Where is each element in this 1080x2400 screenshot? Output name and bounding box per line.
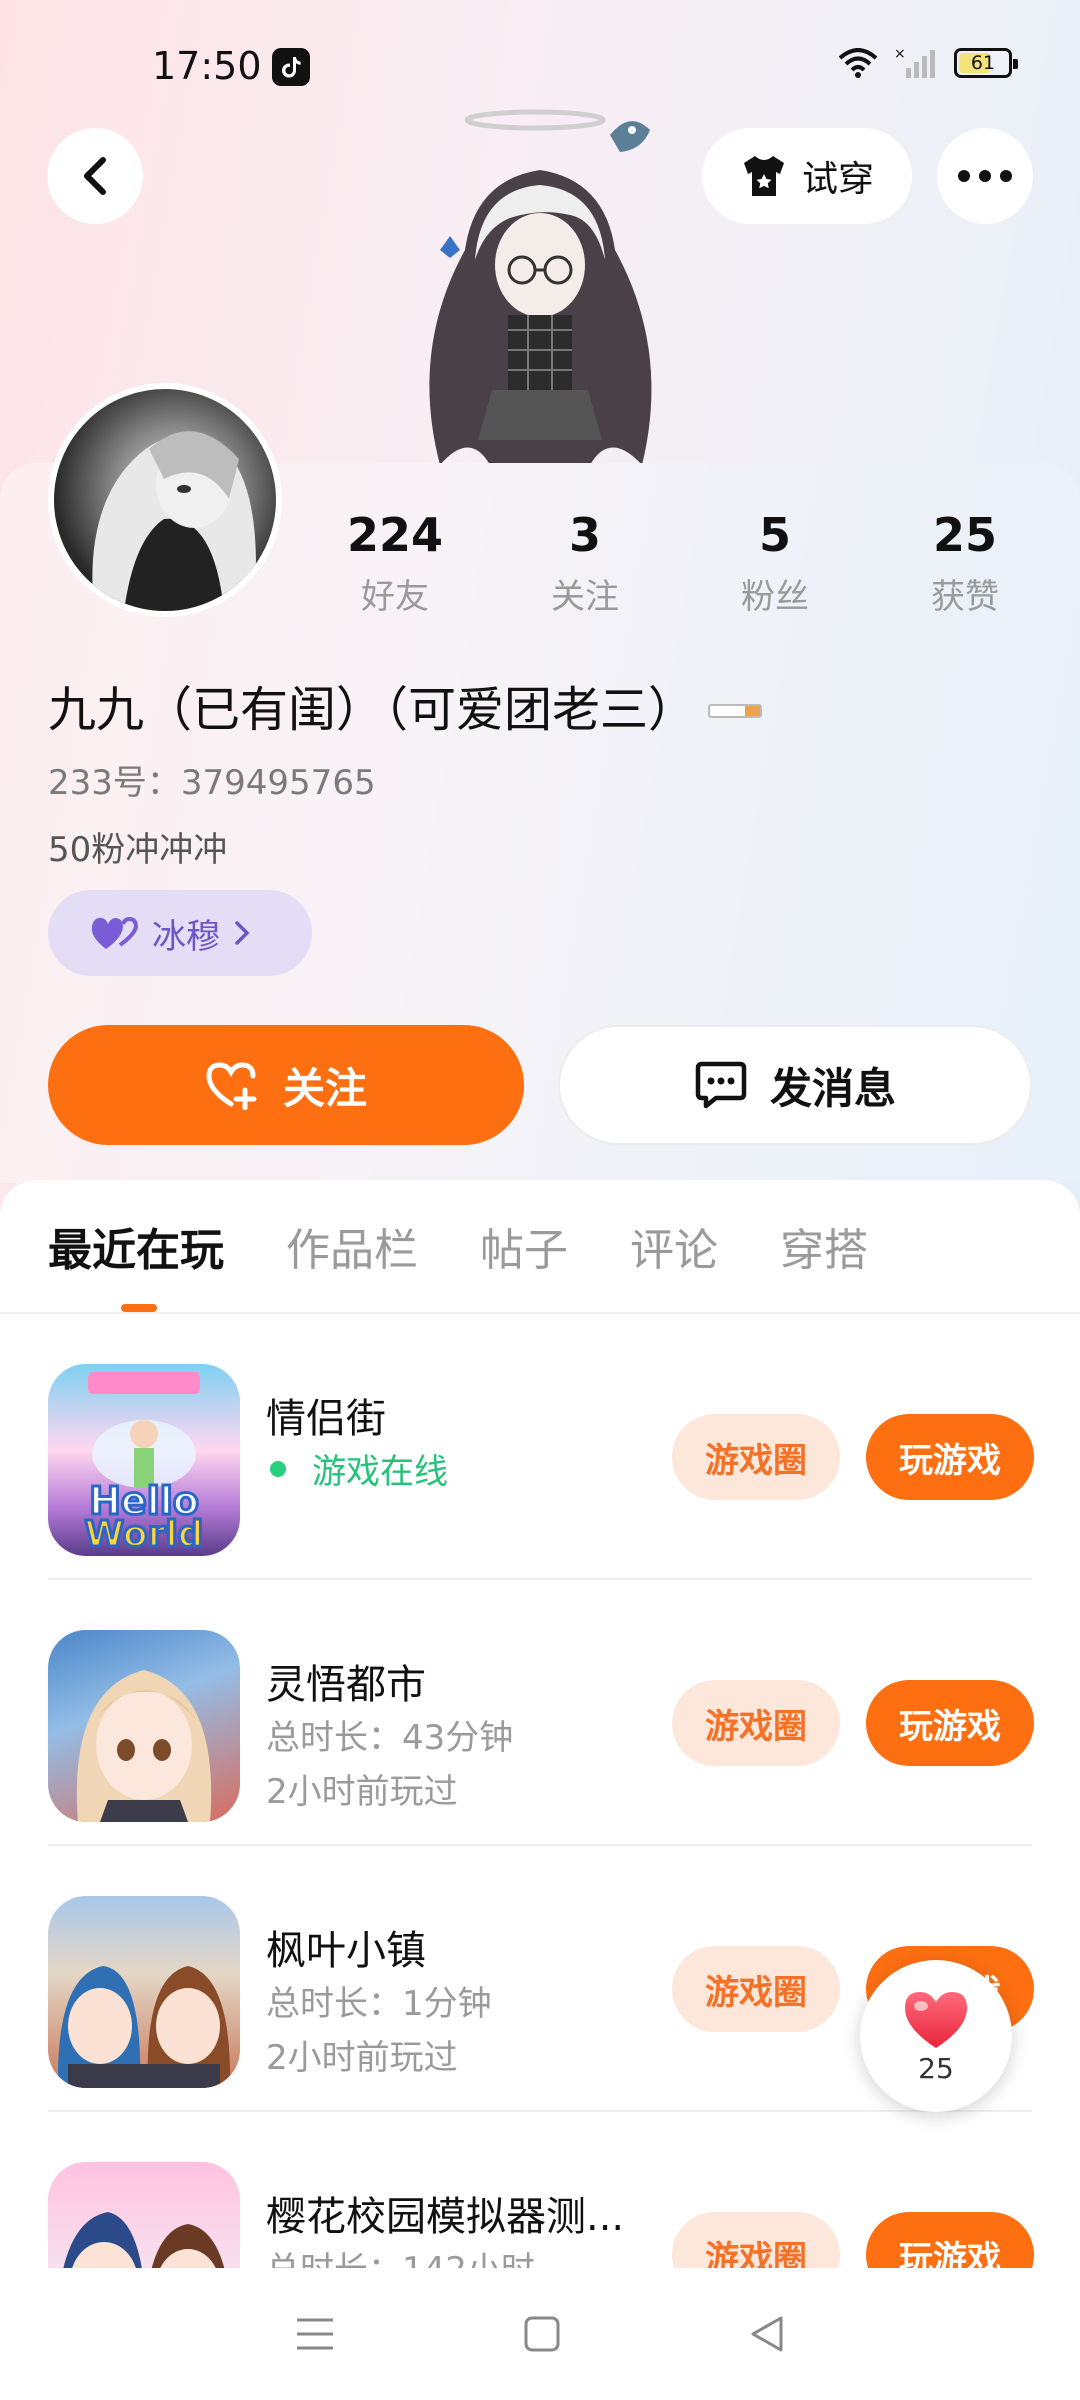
heart-plus-icon <box>206 1062 257 1110</box>
wifi-icon <box>838 48 878 78</box>
avatar[interactable] <box>48 383 282 617</box>
game-row[interactable]: Hello World 情侣街 游戏在线 游戏圈 玩游戏 <box>48 1314 1034 1580</box>
game-circle-button[interactable]: 游戏圈 <box>672 1414 840 1500</box>
svg-text:World: World <box>84 1514 203 1555</box>
game-icon[interactable] <box>48 1896 240 2088</box>
user-id: 233号：379495765 <box>48 763 376 803</box>
battery-level: 61 <box>970 52 996 74</box>
last-played: 2小时前玩过 <box>266 1772 458 1812</box>
tab-bar: 最近在玩 作品栏 帖子 评论 穿搭 <box>48 1180 868 1312</box>
back-nav-icon[interactable] <box>749 2315 785 2353</box>
like-floating-button[interactable]: 25 <box>860 1960 1012 2112</box>
heart-icon <box>905 1991 967 2048</box>
play-duration: 总时长：1分钟 <box>266 1984 492 2024</box>
tab-indicator <box>121 1304 157 1312</box>
back-icon <box>84 157 106 195</box>
play-game-button[interactable]: 玩游戏 <box>866 1680 1034 1766</box>
profile-page: 17:50 × 61 试穿 224 好友 3 关注 5 粉丝 25 获赞 九九（… <box>0 0 1080 2400</box>
shirt-icon <box>743 156 784 196</box>
like-count: 25 <box>918 2051 954 2085</box>
home-icon[interactable] <box>524 2316 560 2352</box>
stat-label: 好友 <box>361 577 429 617</box>
stat-label: 获赞 <box>931 577 999 617</box>
stat-following[interactable]: 3 关注 <box>490 505 680 618</box>
more-button[interactable] <box>937 128 1033 224</box>
try-on-label: 试穿 <box>801 159 874 200</box>
username: 九九（已有闺）（可爱团老三） <box>48 670 763 740</box>
play-duration: 总时长：43分钟 <box>266 1718 514 1758</box>
online-dot-icon <box>270 1460 286 1477</box>
follow-button[interactable]: 关注 <box>48 1025 524 1145</box>
play-game-button[interactable]: 玩游戏 <box>866 1414 1034 1500</box>
game-circle-button[interactable]: 游戏圈 <box>672 1680 840 1766</box>
online-status: 游戏在线 <box>266 1444 448 1493</box>
game-title: 情侣街 <box>266 1396 386 1442</box>
stat-value: 224 <box>346 508 444 562</box>
heart-pair-icon <box>91 916 138 949</box>
try-on-button[interactable]: 试穿 <box>702 128 912 224</box>
game-title: 枫叶小镇 <box>266 1928 426 1974</box>
battery-icon: 61 <box>954 48 1018 78</box>
tab-comments[interactable]: 评论 <box>630 1214 718 1278</box>
status-time: 17:50 <box>152 44 262 88</box>
last-played: 2小时前玩过 <box>266 2038 458 2078</box>
message-button[interactable]: 发消息 <box>558 1025 1032 1145</box>
back-button[interactable] <box>47 128 143 224</box>
tab-outfits[interactable]: 穿搭 <box>780 1214 868 1278</box>
bio: 50粉冲冲冲 <box>48 830 228 870</box>
stat-fans[interactable]: 5 粉丝 <box>680 505 870 618</box>
stat-value: 3 <box>568 508 601 562</box>
cigarette-icon <box>708 704 763 718</box>
stat-label: 关注 <box>551 577 619 617</box>
more-icon <box>958 170 1012 182</box>
follow-label: 关注 <box>282 1063 367 1113</box>
cp-relationship-tag[interactable]: 冰穆 <box>48 890 312 976</box>
tab-works[interactable]: 作品栏 <box>286 1214 418 1278</box>
status-icons: × 61 <box>838 46 1018 80</box>
profile-stats: 224 好友 3 关注 5 粉丝 25 获赞 <box>300 505 1060 618</box>
stat-friends[interactable]: 224 好友 <box>300 505 490 618</box>
menu-icon[interactable] <box>295 2316 335 2352</box>
chevron-right-icon <box>235 921 250 945</box>
cp-tag-label: 冰穆 <box>152 916 220 957</box>
svg-text:×: × <box>894 46 906 62</box>
game-row[interactable]: 灵悟都市 总时长：43分钟 2小时前玩过 游戏圈 玩游戏 <box>48 1580 1034 1846</box>
avatar-image <box>92 431 256 611</box>
username-text: 九九（已有闺）（可爱团老三） <box>48 682 697 738</box>
game-title: 灵悟都市 <box>266 1662 426 1708</box>
chat-icon <box>695 1061 747 1109</box>
game-icon[interactable] <box>48 1630 240 1822</box>
message-label: 发消息 <box>769 1063 896 1113</box>
tab-posts[interactable]: 帖子 <box>480 1214 568 1278</box>
tiktok-icon <box>272 48 310 86</box>
game-icon[interactable]: Hello World <box>48 1364 240 1556</box>
content-panel: 最近在玩 作品栏 帖子 评论 穿搭 Hello World 情侣街 游戏在线 游… <box>0 1180 1080 2400</box>
stat-label: 粉丝 <box>741 577 809 617</box>
game-title: 樱花校园模拟器测... <box>266 2194 625 2240</box>
tab-recently-played[interactable]: 最近在玩 <box>48 1214 224 1278</box>
stat-value: 5 <box>758 508 791 562</box>
stat-likes[interactable]: 25 获赞 <box>870 505 1060 618</box>
signal-icon: × <box>894 46 935 78</box>
system-nav-bar <box>0 2268 1080 2400</box>
stat-value: 25 <box>932 508 997 562</box>
online-status-label: 游戏在线 <box>312 1452 448 1492</box>
avatar-character-figure[interactable] <box>380 100 700 470</box>
game-circle-button[interactable]: 游戏圈 <box>672 1946 840 2032</box>
